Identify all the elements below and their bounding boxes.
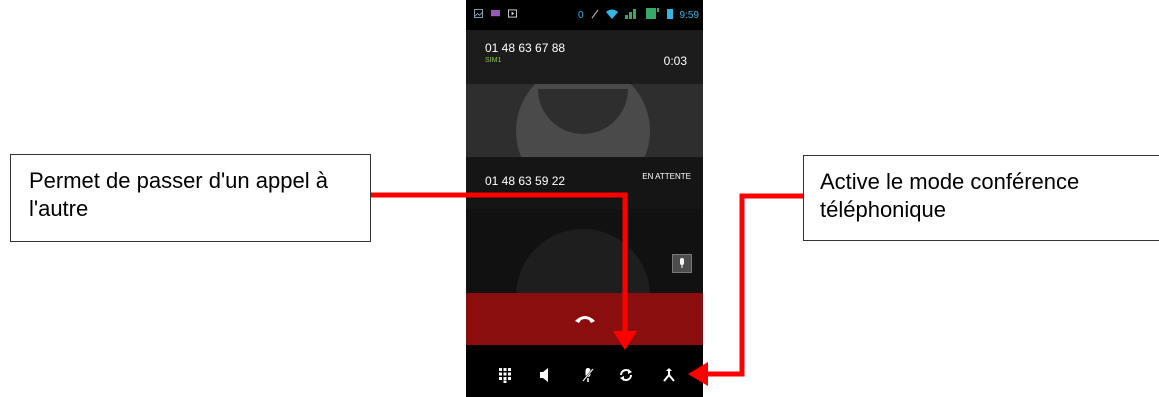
conference-arrow bbox=[688, 193, 803, 386]
callout-arrows bbox=[371, 192, 803, 386]
swap-arrow bbox=[371, 192, 637, 350]
